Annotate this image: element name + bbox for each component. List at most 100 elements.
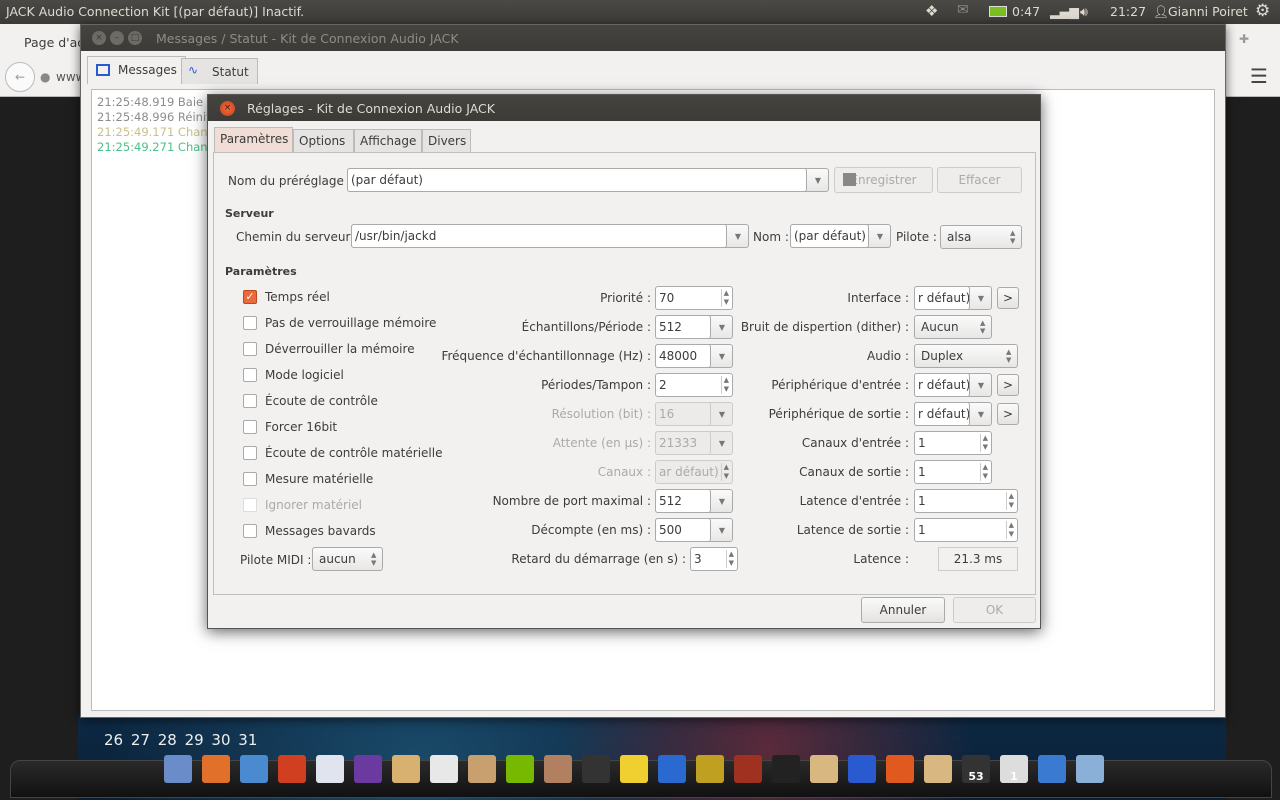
gauge-icon[interactable]: 53 <box>962 755 990 783</box>
latency-spinbox[interactable]: 1 ▲ ▼ <box>914 518 1018 542</box>
checkbox-label[interactable]: Forcer 16bit <box>265 420 337 434</box>
checkbox[interactable] <box>243 394 257 408</box>
guitar-icon[interactable] <box>734 755 762 783</box>
signal-icon[interactable]: ▂▄▆ <box>1050 4 1079 19</box>
checkbox-label[interactable]: Temps réel <box>265 290 330 304</box>
preset-combo-value[interactable]: (par défaut) <box>347 168 807 192</box>
spinner-arrows-icon[interactable]: ▲ ▼ <box>979 463 988 481</box>
tab-options[interactable]: Options <box>293 129 354 152</box>
minimize-icon[interactable]: – <box>110 31 124 45</box>
more-button[interactable]: > <box>997 374 1019 396</box>
device-combo-value[interactable]: r défaut) <box>914 402 970 426</box>
audio-select[interactable]: Duplex <box>914 344 1018 368</box>
device-combo-value[interactable]: r défaut) <box>914 373 970 397</box>
new-tab-icon[interactable]: ✚ <box>1239 32 1249 46</box>
server-name-combo[interactable]: (par défaut) ▼ <box>790 224 891 248</box>
checkbox-label[interactable]: Messages bavards <box>265 524 376 538</box>
settings-titlebar[interactable]: × Réglages - Kit de Connexion Audio JACK <box>208 95 1040 121</box>
tab-statut[interactable]: ∿ Statut <box>181 58 258 84</box>
chevron-down-icon[interactable]: ▼ <box>877 232 883 241</box>
value[interactable]: 1 <box>918 465 926 479</box>
clock[interactable]: 21:27 <box>1110 4 1146 19</box>
power-icon[interactable]: 1 <box>1000 755 1028 783</box>
device-combo[interactable]: r défaut) ▼ <box>914 373 992 397</box>
pen-tool-icon[interactable] <box>696 755 724 783</box>
server-path-combo-value[interactable]: /usr/bin/jackd <box>351 224 727 248</box>
value[interactable]: 1 <box>918 494 926 508</box>
text-editor-icon[interactable] <box>1038 755 1066 783</box>
more-button[interactable]: > <box>997 287 1019 309</box>
checkbox-label[interactable]: Mesure matérielle <box>265 472 373 486</box>
chess-icon[interactable] <box>544 755 572 783</box>
trash-icon[interactable] <box>1076 755 1104 783</box>
hydrogen-icon[interactable] <box>316 755 344 783</box>
ubuntu-icon[interactable] <box>886 755 914 783</box>
delete-button: Effacer <box>937 167 1022 193</box>
close-icon[interactable]: × <box>220 101 235 116</box>
volume-icon[interactable]: 🔊︎ <box>1080 4 1088 20</box>
jack-control-icon[interactable] <box>848 755 876 783</box>
chevron-down-icon[interactable]: ▼ <box>978 410 984 419</box>
checkbox[interactable] <box>243 446 257 460</box>
more-button[interactable]: > <box>997 403 1019 425</box>
spinner-arrows-icon[interactable]: ▲ ▼ <box>1005 521 1014 539</box>
package-icon[interactable] <box>468 755 496 783</box>
maximize-icon[interactable]: □ <box>128 31 142 45</box>
gear-icon[interactable]: ⚙ <box>1255 1 1270 21</box>
checkbox[interactable] <box>243 342 257 356</box>
nvidia-icon[interactable] <box>506 755 534 783</box>
add-icon[interactable] <box>772 755 800 783</box>
menu-icon[interactable]: ☰ <box>1250 64 1268 88</box>
checkbox[interactable] <box>243 368 257 382</box>
checkbox-label[interactable]: Mode logiciel <box>265 368 344 382</box>
chevron-down-icon[interactable]: ▼ <box>978 381 984 390</box>
chevron-down-icon[interactable]: ▼ <box>815 176 821 185</box>
tab-paramètres[interactable]: Paramètres <box>214 127 293 152</box>
pen-editor-icon[interactable] <box>240 755 268 783</box>
firefox-icon[interactable] <box>202 755 230 783</box>
channels-spinbox[interactable]: 1 ▲ ▼ <box>914 431 992 455</box>
param-label: Latence d'entrée : <box>799 494 909 508</box>
checkbox-label[interactable]: Écoute de contrôle <box>265 394 378 408</box>
chevron-down-icon[interactable]: ▼ <box>735 232 741 241</box>
server-path-combo[interactable]: /usr/bin/jackd ▼ <box>351 224 749 248</box>
headphones-icon[interactable] <box>354 755 382 783</box>
document-icon[interactable] <box>430 755 458 783</box>
spinner-arrows-icon[interactable]: ▲ ▼ <box>979 434 988 452</box>
messages-titlebar[interactable]: × – □ Messages / Statut - Kit de Connexi… <box>81 25 1225 51</box>
checkbox[interactable] <box>243 420 257 434</box>
tab-divers[interactable]: Divers <box>422 129 471 152</box>
paint-icon[interactable] <box>392 755 420 783</box>
value[interactable]: 1 <box>918 436 926 450</box>
device-combo[interactable]: r défaut) ▼ <box>914 402 992 426</box>
battery-icon[interactable] <box>989 6 1007 17</box>
dropbox-icon[interactable]: ❖ <box>925 2 938 20</box>
workspaces-icon[interactable] <box>164 755 192 783</box>
value[interactable]: 1 <box>918 523 926 537</box>
folder-icon[interactable] <box>810 755 838 783</box>
chevron-down-icon[interactable]: ▼ <box>978 294 984 303</box>
disc-burner-icon[interactable] <box>278 755 306 783</box>
channels-spinbox[interactable]: 1 ▲ ▼ <box>914 460 992 484</box>
back-button[interactable]: ← <box>5 62 35 92</box>
checkbox[interactable] <box>243 524 257 538</box>
preset-combo[interactable]: (par défaut) ▼ <box>347 168 829 192</box>
tux-icon[interactable] <box>582 755 610 783</box>
spinner-arrows-icon[interactable]: ▲ ▼ <box>1005 492 1014 510</box>
sl-app-icon[interactable] <box>658 755 686 783</box>
user-name[interactable]: Gianni Poiret <box>1168 4 1248 19</box>
checkbox[interactable] <box>243 472 257 486</box>
dropbox-icon[interactable] <box>620 755 648 783</box>
checkbox[interactable]: ✓ <box>243 290 257 304</box>
device-combo-value[interactable]: r défaut) <box>914 286 970 310</box>
device-combo[interactable]: r défaut) ▼ <box>914 286 992 310</box>
tab-messages[interactable]: Messages <box>87 56 186 84</box>
mail-icon[interactable]: ✉ <box>957 2 969 18</box>
server-name-combo-value[interactable]: (par défaut) <box>790 224 869 248</box>
tab-affichage[interactable]: Affichage <box>354 129 422 152</box>
checkbox[interactable] <box>243 316 257 330</box>
cancel-button[interactable]: Annuler <box>861 597 945 623</box>
latency-spinbox[interactable]: 1 ▲ ▼ <box>914 489 1018 513</box>
folder-2-icon[interactable] <box>924 755 952 783</box>
close-icon[interactable]: × <box>92 31 106 45</box>
